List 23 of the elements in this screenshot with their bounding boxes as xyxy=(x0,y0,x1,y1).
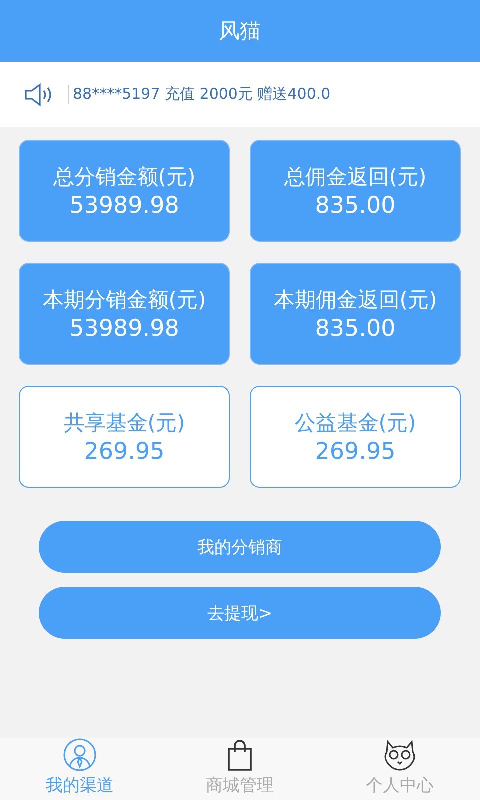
stat-label: 总分销金额(元) xyxy=(53,164,196,191)
bag-icon xyxy=(227,740,253,772)
notice-text: 88****5197 充值 2000元 赠送400.0 xyxy=(68,85,331,104)
nav-tab[interactable]: 我的渠道 xyxy=(0,738,160,800)
stat-label: 共享基金(元) xyxy=(64,410,186,437)
stat-value: 53989.98 xyxy=(70,316,180,342)
stat-value: 269.95 xyxy=(84,439,165,465)
cat-face-icon xyxy=(384,740,416,772)
stat-label: 本期佣金返回(元) xyxy=(274,287,438,314)
stat-label: 本期分销金额(元) xyxy=(42,287,206,314)
stat-label: 公益基金(元) xyxy=(294,410,416,437)
app-title: 风猫 xyxy=(219,18,261,45)
action-button[interactable]: 我的分销商 xyxy=(39,521,441,573)
stat-value: 835.00 xyxy=(315,316,396,342)
nav-tab[interactable]: 个人中心 xyxy=(320,738,480,800)
stat-value: 835.00 xyxy=(315,193,396,219)
action-button[interactable]: 去提现> xyxy=(39,587,441,639)
stat-label: 总佣金返回(元) xyxy=(284,164,427,191)
person-icon xyxy=(63,738,97,772)
stat-value: 269.95 xyxy=(315,439,396,465)
stat-value: 53989.98 xyxy=(70,193,180,219)
speaker-icon xyxy=(24,82,54,106)
nav-tab[interactable]: 商城管理 xyxy=(160,738,320,800)
